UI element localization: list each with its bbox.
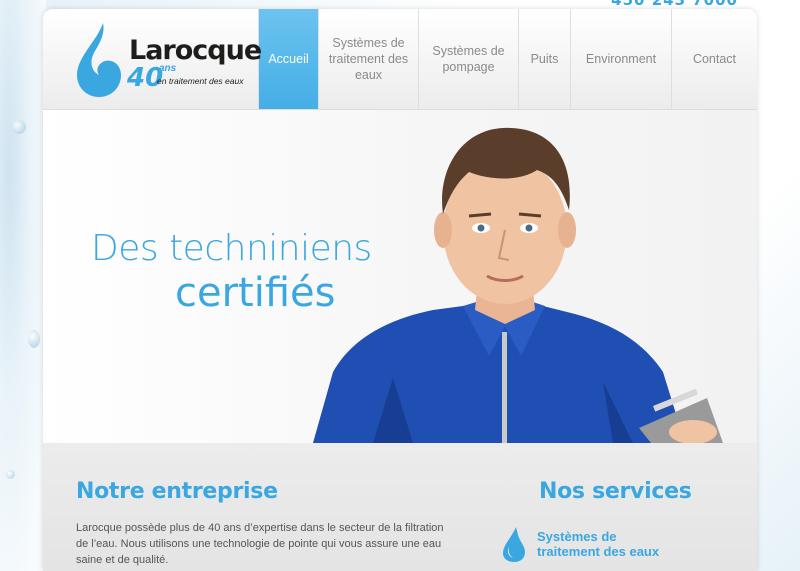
water-background [0,0,46,571]
logo-name: Larocque [129,35,262,66]
hero-banner: Des techniniens certifiés [43,110,757,443]
logo-tagline: en traitement des eaux [157,76,244,86]
water-drop-logo-icon [77,23,121,97]
water-drops-icon [503,527,525,562]
phone-number[interactable]: 450 243 7000 [611,0,738,9]
about-text: Larocque possède plus de 40 ans d’expert… [76,522,444,566]
technician-photo [313,127,723,443]
services-title: Nos services [539,479,692,504]
about-title: Notre entreprise [76,479,278,504]
logo[interactable]: Larocque 40 ans en traitement des eaux [43,9,262,109]
hero-heading-line2: certifiés [175,270,336,316]
nav-item-puits[interactable]: Puits [518,9,570,109]
logo-years-suffix: ans [159,63,177,74]
service-item[interactable]: Systèmes de traitement des eaux [499,525,677,563]
service-item-label: Systèmes de traitement des eaux [537,529,660,559]
water-drop [6,470,15,479]
main-nav: Accueil Systèmes de traitement des eaux … [258,9,757,109]
nav-item-traitement-eaux[interactable]: Systèmes de traitement des eaux [318,9,418,109]
nav-item-pompage[interactable]: Systèmes de pompage [418,9,518,109]
nav-item-accueil[interactable]: Accueil [258,9,318,109]
nav-item-contact[interactable]: Contact [671,9,757,109]
nav-item-environment[interactable]: Environment [570,9,671,109]
water-drop [28,330,40,348]
site-container: Larocque 40 ans en traitement des eaux A… [43,9,757,571]
site-header: Larocque 40 ans en traitement des eaux A… [43,9,757,110]
water-drop [12,120,26,134]
content-section: Notre entreprise Larocque possède plus d… [43,443,757,571]
